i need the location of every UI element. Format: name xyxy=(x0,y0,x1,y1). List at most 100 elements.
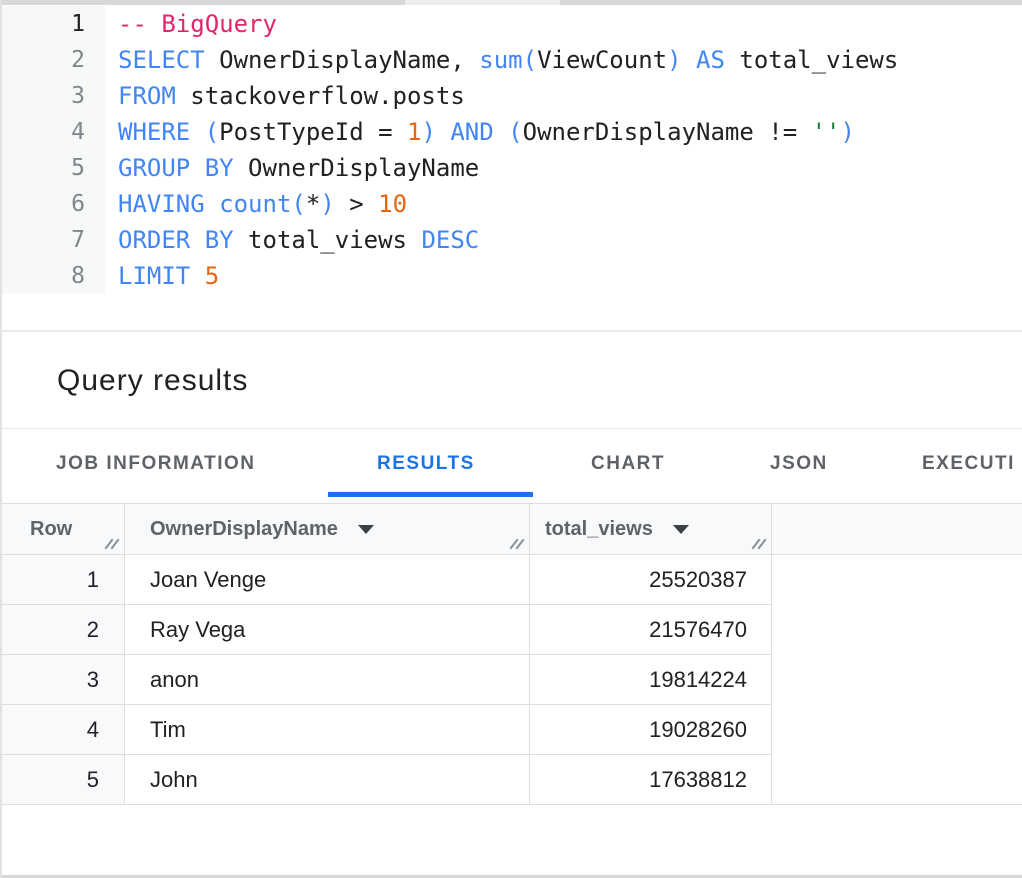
column-header-ownerdisplayname[interactable]: OwnerDisplayName xyxy=(125,504,530,554)
code-text: HAVING count(*) > 10 xyxy=(118,186,407,222)
total-views-cell: 25520387 xyxy=(530,555,772,605)
owner-name-cell: Ray Vega xyxy=(125,605,530,655)
line-number: 1 xyxy=(2,6,85,42)
owner-name-cell: John xyxy=(125,755,530,805)
code-text: -- BigQuery xyxy=(118,6,277,42)
sql-token: '' xyxy=(812,118,841,146)
empty-cell xyxy=(772,755,1022,805)
tab-execution-details[interactable]: EXECUTI xyxy=(922,453,1015,475)
tab-chart[interactable]: CHART xyxy=(591,453,665,475)
code-text: LIMIT 5 xyxy=(118,258,219,294)
sql-token: 1 xyxy=(407,118,421,146)
code-line[interactable]: 8 LIMIT 5 xyxy=(0,258,1022,294)
line-number: 5 xyxy=(2,150,85,186)
code-line[interactable]: 4 WHERE (PostTypeId = 1) AND (OwnerDispl… xyxy=(0,114,1022,150)
results-tab-bar: JOB INFORMATION RESULTS CHART JSON EXECU… xyxy=(0,429,1022,503)
sql-token: ) xyxy=(841,118,855,146)
sql-token: WHERE xyxy=(118,118,190,146)
tab-results[interactable]: RESULTS xyxy=(377,453,475,475)
sql-token: ( xyxy=(205,118,219,146)
code-text: GROUP BY OwnerDisplayName xyxy=(118,150,479,186)
column-resize-handle-icon[interactable] xyxy=(752,538,767,551)
column-header-label: Row xyxy=(30,518,72,541)
sql-token: 5 xyxy=(205,262,219,290)
sql-token: FROM xyxy=(118,82,176,110)
code-line[interactable]: 6 HAVING count(*) > 10 xyxy=(0,186,1022,222)
table-row: 2 Ray Vega 21576470 xyxy=(0,605,1022,655)
sql-token xyxy=(436,118,450,146)
column-resize-handle-icon[interactable] xyxy=(105,538,120,551)
sql-token: HAVING xyxy=(118,190,205,218)
sql-token xyxy=(190,262,204,290)
results-table: Row OwnerDisplayName total_views 1 Joan … xyxy=(0,503,1022,805)
line-number: 4 xyxy=(2,114,85,150)
sql-token: PostTypeId = xyxy=(219,118,407,146)
sql-token: sum xyxy=(479,46,522,74)
table-row: 3 anon 19814224 xyxy=(0,655,1022,705)
sql-token xyxy=(205,190,219,218)
sql-token: ( xyxy=(291,190,305,218)
table-row: 1 Joan Venge 25520387 xyxy=(0,555,1022,605)
sql-token: OwnerDisplayName, xyxy=(205,46,480,74)
tab-json[interactable]: JSON xyxy=(770,453,828,475)
sql-token: ) xyxy=(421,118,435,146)
empty-cell xyxy=(772,655,1022,705)
column-header-label: total_views xyxy=(545,518,653,541)
sql-token: ORDER BY xyxy=(118,226,234,254)
code-text: SELECT OwnerDisplayName, sum(ViewCount) … xyxy=(118,42,898,78)
code-line[interactable]: 7 ORDER BY total_views DESC xyxy=(0,222,1022,258)
column-resize-handle-icon[interactable] xyxy=(510,538,525,551)
sql-token: ( xyxy=(508,118,522,146)
sql-token: * xyxy=(306,190,320,218)
code-line[interactable]: 2 SELECT OwnerDisplayName, sum(ViewCount… xyxy=(0,42,1022,78)
sql-token: AND xyxy=(450,118,493,146)
row-number-cell: 3 xyxy=(0,655,125,705)
sql-token: ) xyxy=(320,190,334,218)
code-line[interactable]: 3 FROM stackoverflow.posts xyxy=(0,78,1022,114)
sql-token: GROUP BY xyxy=(118,154,234,182)
query-results-title: Query results xyxy=(57,364,248,398)
row-number-cell: 4 xyxy=(0,705,125,755)
column-header-label: OwnerDisplayName xyxy=(150,518,338,541)
row-number-cell: 2 xyxy=(0,605,125,655)
row-number-cell: 1 xyxy=(0,555,125,605)
table-row: 5 John 17638812 xyxy=(0,755,1022,805)
total-views-cell: 17638812 xyxy=(530,755,772,805)
empty-cell xyxy=(772,605,1022,655)
sql-token xyxy=(494,118,508,146)
owner-name-cell: Tim xyxy=(125,705,530,755)
tab-job-information[interactable]: JOB INFORMATION xyxy=(56,453,255,475)
owner-name-cell: Joan Venge xyxy=(125,555,530,605)
code-line[interactable]: 5 GROUP BY OwnerDisplayName xyxy=(0,150,1022,186)
sort-dropdown-icon[interactable] xyxy=(673,525,689,534)
sql-token: total_views xyxy=(234,226,422,254)
line-number: 3 xyxy=(2,78,85,114)
code-text: FROM stackoverflow.posts xyxy=(118,78,465,114)
column-header-total-views[interactable]: total_views xyxy=(530,504,772,554)
sql-token: 10 xyxy=(378,190,407,218)
active-tab-underline xyxy=(328,492,533,497)
sql-token: total_views xyxy=(725,46,898,74)
code-line[interactable]: 1 -- BigQuery xyxy=(0,6,1022,42)
sql-token: ViewCount xyxy=(537,46,667,74)
code-text: ORDER BY total_views DESC xyxy=(118,222,479,258)
line-number: 8 xyxy=(2,258,85,294)
sql-token: ( xyxy=(523,46,537,74)
section-divider xyxy=(0,330,1022,332)
sql-token: stackoverflow.posts xyxy=(176,82,465,110)
sql-token: DESC xyxy=(421,226,479,254)
table-row: 4 Tim 19028260 xyxy=(0,705,1022,755)
column-header-empty xyxy=(772,504,1022,554)
sql-token: > xyxy=(335,190,378,218)
total-views-cell: 19028260 xyxy=(530,705,772,755)
column-header-row[interactable]: Row xyxy=(0,504,125,554)
sql-editor[interactable]: 1 -- BigQuery 2 SELECT OwnerDisplayName,… xyxy=(0,5,1022,330)
sql-token: -- BigQuery xyxy=(118,10,277,38)
pane-left-border xyxy=(0,0,2,878)
empty-cell xyxy=(772,705,1022,755)
sql-token: ) xyxy=(667,46,681,74)
sort-dropdown-icon[interactable] xyxy=(358,525,374,534)
sql-token xyxy=(682,46,696,74)
sql-token: LIMIT xyxy=(118,262,190,290)
line-number: 7 xyxy=(2,222,85,258)
